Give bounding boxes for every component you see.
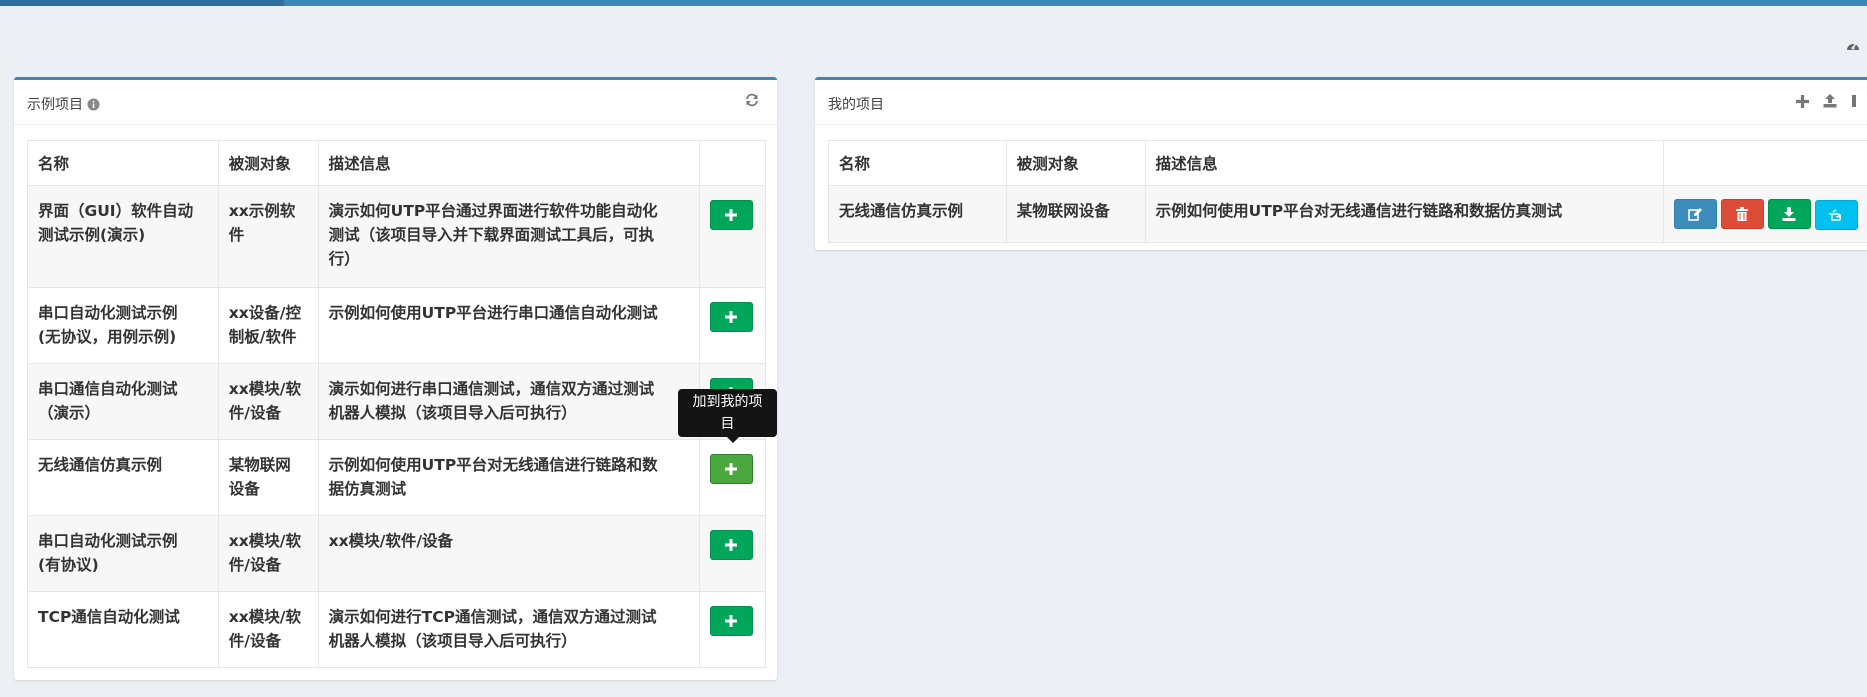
- download-icon: [1782, 207, 1796, 221]
- more-icon[interactable]: [1851, 93, 1857, 112]
- project-target-cell: 某物联网设备: [1005, 185, 1146, 243]
- project-target-cell: 某物联网设备: [217, 439, 319, 516]
- top-progress-bar: [0, 0, 1867, 6]
- project-name-cell: 界面（GUI）软件自动 测试示例(演示): [27, 185, 219, 288]
- panel-tools: [745, 92, 759, 111]
- add-to-my-projects-button[interactable]: [709, 606, 753, 636]
- plus-icon: [725, 463, 738, 475]
- project-target-cell: xx模块/软 件/设备: [217, 363, 319, 440]
- table-row: 界面（GUI）软件自动 测试示例(演示) xx示例软件 演示如何UTP平台通过界面…: [27, 185, 767, 288]
- panel-header: 我的项目: [815, 80, 1867, 125]
- column-header-target: 被测对象: [1005, 140, 1146, 186]
- project-description-cell: 示例如何使用UTP平台进行串口通信自动化测试: [317, 287, 700, 364]
- project-target-cell: xx模块/软 件/设备: [217, 591, 319, 668]
- project-action-cell: [698, 185, 767, 288]
- panel-tools: [1796, 93, 1857, 112]
- table-row: 串口通信自动化测试 （演示） xx模块/软 件/设备 演示如何进行串口通信测试，通信…: [27, 363, 767, 440]
- tooltip-arrow: [727, 437, 739, 443]
- plus-icon: [725, 615, 738, 627]
- project-action-cell: [698, 439, 767, 516]
- project-name-cell: 串口通信自动化测试 （演示）: [27, 363, 219, 440]
- delete-button[interactable]: [1720, 199, 1764, 229]
- table-row: 无线通信仿真示例 某物联网设备 示例如何使用UTP平台对无线通信进行链路和数据仿…: [27, 439, 767, 516]
- table-row: 串口自动化测试示例 (有协议) xx模块/软 件/设备 xx模块/软件/设备: [27, 515, 767, 592]
- project-target-cell: xx示例软件: [217, 185, 319, 288]
- table-header-row: 名称 被测对象 描述信息: [828, 140, 1867, 186]
- hand-pointer-icon: [1829, 209, 1842, 221]
- project-action-cell: [1662, 185, 1867, 243]
- project-action-cell: [698, 515, 767, 592]
- add-to-my-projects-button[interactable]: [709, 530, 753, 560]
- project-target-cell: xx模块/软 件/设备: [217, 515, 319, 592]
- column-header-description: 描述信息: [317, 140, 700, 186]
- trash-icon: [1736, 207, 1749, 221]
- plus-icon: [725, 311, 738, 323]
- refresh-icon[interactable]: [745, 92, 759, 111]
- column-header-name: 名称: [828, 140, 1007, 186]
- use-project-button[interactable]: [1814, 200, 1858, 230]
- add-to-my-projects-button[interactable]: [709, 302, 753, 332]
- project-description-cell: 演示如何进行串口通信测试，通信双方通过测试 机器人模拟（该项目导入后可执行）: [317, 363, 700, 440]
- column-header-description: 描述信息: [1144, 140, 1664, 186]
- project-name-cell: 无线通信仿真示例: [828, 185, 1007, 243]
- column-header-actions: [1662, 140, 1867, 186]
- edit-icon: [1688, 208, 1703, 221]
- project-action-cell: [698, 287, 767, 364]
- add-to-my-projects-button[interactable]: [709, 454, 753, 484]
- table-row: 串口自动化测试示例 (无协议，用例示例) xx设备/控 制板/软件 示例如何使用UT…: [27, 287, 767, 364]
- edit-button[interactable]: [1673, 199, 1717, 229]
- upload-icon[interactable]: [1823, 93, 1837, 112]
- info-circle-icon[interactable]: [87, 98, 100, 111]
- column-header-target: 被测对象: [217, 140, 319, 186]
- table-header-row: 名称 被测对象 描述信息: [27, 140, 767, 186]
- example-projects-panel: 示例项目 名称 被测对象 描述信息 界面（GUI）软件自动 测试示例(演示) xx…: [14, 77, 777, 680]
- panel-header: 示例项目: [14, 80, 777, 125]
- project-description-cell: xx模块/软件/设备: [317, 515, 700, 592]
- top-progress-fill: [0, 0, 284, 6]
- plus-icon: [725, 209, 738, 221]
- panel-title: 我的项目: [828, 94, 884, 114]
- column-header-actions: [698, 140, 767, 186]
- table-row: 无线通信仿真示例 某物联网设备 示例如何使用UTP平台对无线通信进行链路和数据仿…: [828, 185, 1867, 243]
- download-button[interactable]: [1767, 199, 1811, 229]
- project-name-cell: 串口自动化测试示例 (有协议): [27, 515, 219, 592]
- project-description-cell: 示例如何使用UTP平台对无线通信进行链路和数据仿真测试: [317, 439, 700, 516]
- project-description-cell: 演示如何进行TCP通信测试，通信双方通过测试 机器人模拟（该项目导入后可执行）: [317, 591, 700, 668]
- project-description-cell: 演示如何UTP平台通过界面进行软件功能自动化 测试（该项目导入并下载界面测试工具后…: [317, 185, 700, 288]
- table-row: TCP通信自动化测试 xx模块/软 件/设备 演示如何进行TCP通信测试，通信双方…: [27, 591, 767, 668]
- example-projects-table: 名称 被测对象 描述信息 界面（GUI）软件自动 测试示例(演示) xx示例软件 …: [27, 140, 767, 668]
- plus-icon: [725, 539, 738, 551]
- project-target-cell: xx设备/控 制板/软件: [217, 287, 319, 364]
- tachometer-icon[interactable]: [1843, 36, 1863, 54]
- my-projects-panel: 我的项目 名称 被测对象 描述信息 无线通信仿真示例 某物联网设备 示例如何使用…: [815, 77, 1867, 250]
- column-header-name: 名称: [27, 140, 219, 186]
- panel-title-text: 示例项目: [27, 97, 83, 113]
- project-description-cell: 示例如何使用UTP平台对无线通信进行链路和数据仿真测试: [1144, 185, 1664, 243]
- project-name-cell: 无线通信仿真示例: [27, 439, 219, 516]
- my-projects-table: 名称 被测对象 描述信息 无线通信仿真示例 某物联网设备 示例如何使用UTP平台…: [828, 140, 1867, 243]
- panel-title: 示例项目: [27, 94, 100, 114]
- plus-icon[interactable]: [1796, 93, 1809, 112]
- project-name-cell: 串口自动化测试示例 (无协议，用例示例): [27, 287, 219, 364]
- project-name-cell: TCP通信自动化测试: [27, 591, 219, 668]
- project-action-cell: [698, 591, 767, 668]
- add-to-my-projects-button[interactable]: [709, 200, 753, 230]
- tooltip: 加到我的项 目: [678, 389, 777, 437]
- panel-title-text: 我的项目: [828, 97, 884, 113]
